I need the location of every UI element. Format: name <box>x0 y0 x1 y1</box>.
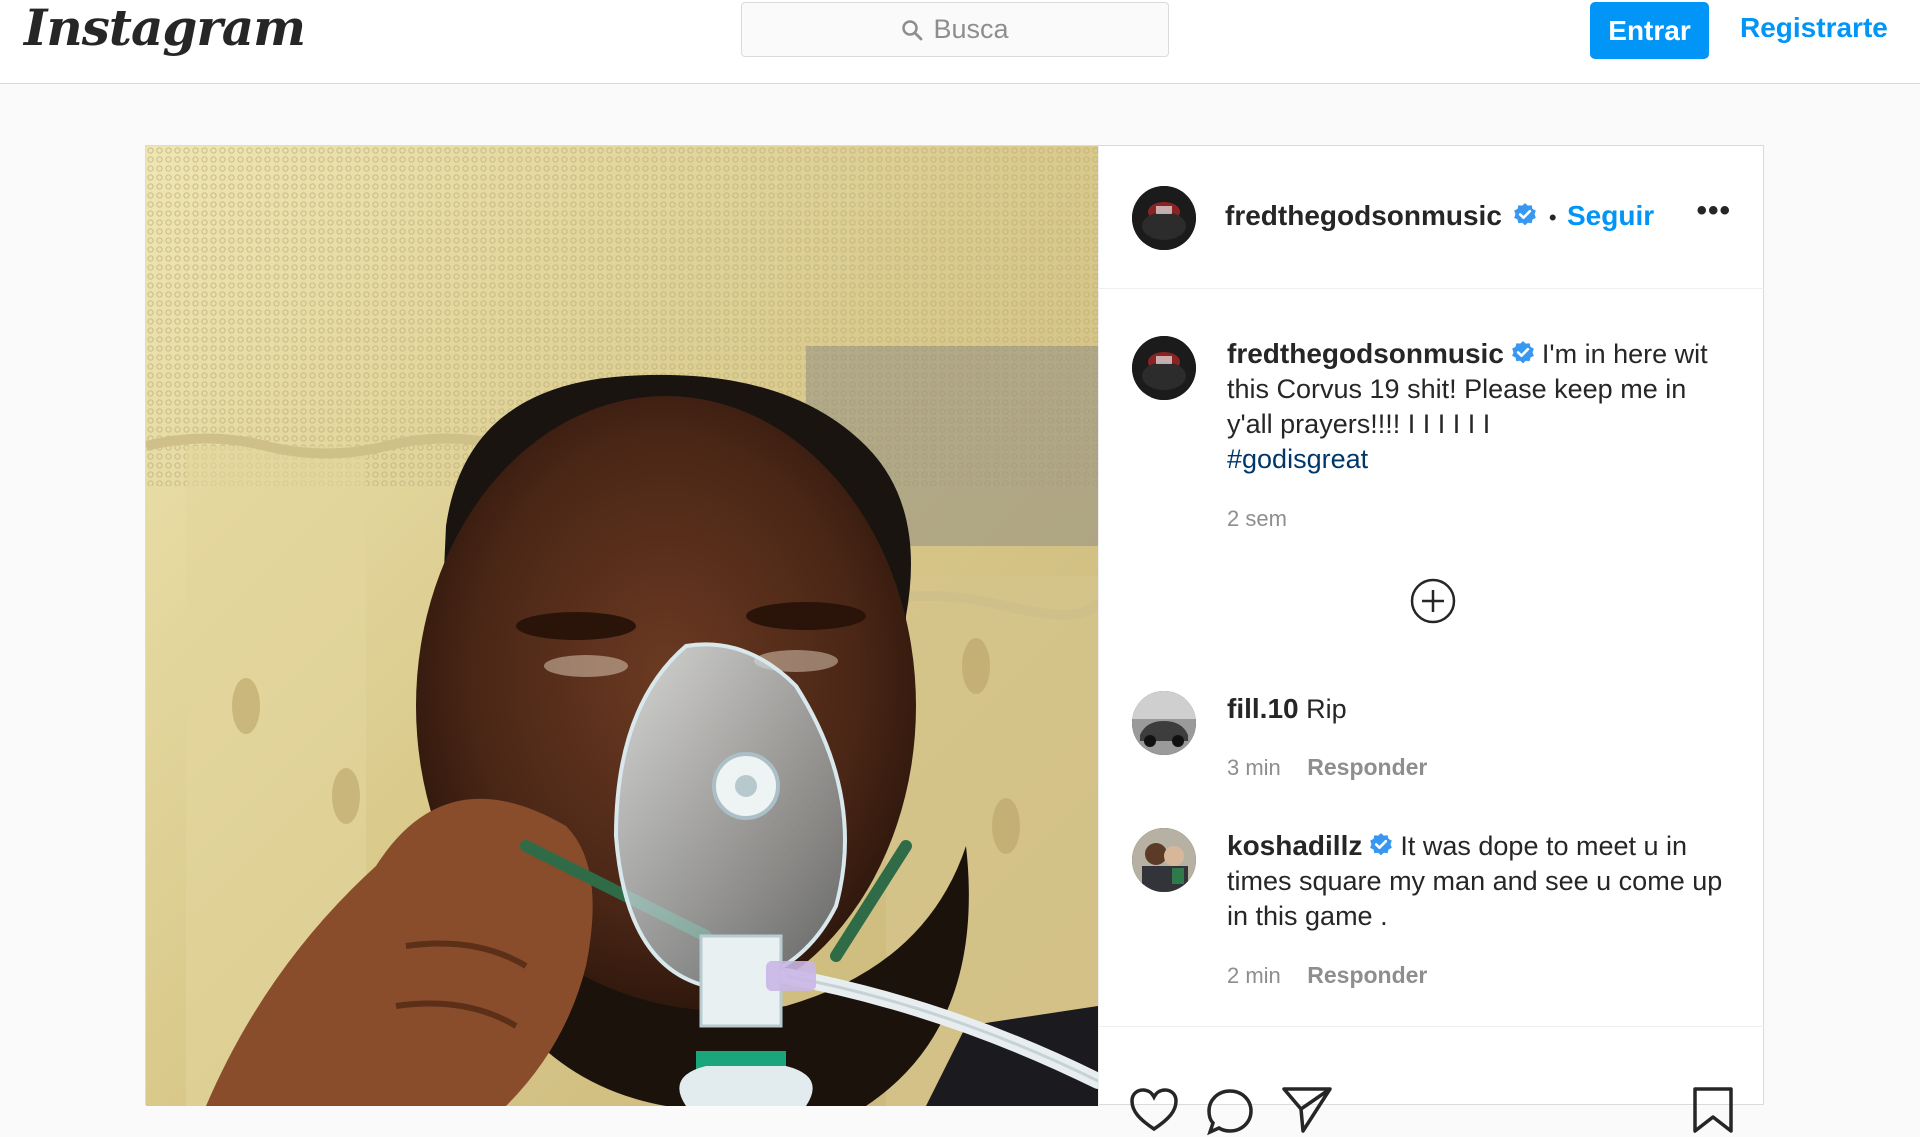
top-navigation-bar: Instagram Busca Entrar Registrarte <box>0 0 1920 84</box>
post-photo[interactable] <box>146 146 1098 1106</box>
search-input[interactable]: Busca <box>741 2 1169 57</box>
caption-avatar-image <box>1132 336 1196 400</box>
comment-icon[interactable] <box>1205 1087 1255 1137</box>
author-username[interactable]: fredthegodsonmusic <box>1225 200 1502 231</box>
caption-avatar[interactable] <box>1132 336 1196 400</box>
comment-text: fill.10 Rip <box>1227 691 1727 727</box>
instagram-logo[interactable]: Instagram <box>24 0 306 57</box>
reply-button[interactable]: Responder <box>1307 754 1427 780</box>
register-link[interactable]: Registrarte <box>1740 12 1888 44</box>
commenter-avatar[interactable] <box>1132 828 1196 892</box>
post-header-info: fredthegodsonmusic • Seguir <box>1225 200 1654 232</box>
reply-button[interactable]: Responder <box>1307 962 1427 988</box>
post-card: fredthegodsonmusic • Seguir ••• fredtheg… <box>145 145 1765 1136</box>
comment-timestamp[interactable]: 2 min <box>1227 963 1281 988</box>
verified-badge-icon <box>1514 203 1537 226</box>
comment-text: koshadillz It was dope to meet u in time… <box>1227 828 1727 934</box>
commenter-avatar-image <box>1132 691 1196 755</box>
comment-meta: 2 min Responder <box>1227 962 1427 989</box>
login-button[interactable]: Entrar <box>1590 2 1709 59</box>
post-sidebar: fredthegodsonmusic • Seguir ••• fredtheg… <box>1098 146 1765 1136</box>
post-header: fredthegodsonmusic • Seguir ••• <box>1099 146 1765 289</box>
post-photo-image <box>146 146 1098 1106</box>
post-actions <box>1099 1026 1765 1136</box>
author-avatar[interactable] <box>1132 186 1196 250</box>
more-options-icon[interactable]: ••• <box>1696 194 1731 228</box>
caption-hashtag[interactable]: #godisgreat <box>1227 444 1368 474</box>
bookmark-icon[interactable] <box>1691 1085 1735 1135</box>
load-more-comments-icon[interactable] <box>1410 578 1456 624</box>
share-icon[interactable] <box>1281 1085 1333 1135</box>
search-placeholder: Busca <box>933 14 1009 44</box>
commenter-avatar-image <box>1132 828 1196 892</box>
caption-timestamp[interactable]: 2 sem <box>1227 506 1287 532</box>
commenter-username[interactable]: fill.10 <box>1227 693 1299 724</box>
verified-badge-icon <box>1512 341 1534 364</box>
commenter-avatar[interactable] <box>1132 691 1196 755</box>
comment-timestamp[interactable]: 3 min <box>1227 755 1281 780</box>
comment-body: Rip <box>1306 694 1347 724</box>
verified-badge-icon <box>1370 833 1393 856</box>
header-separator: • <box>1548 205 1557 230</box>
author-avatar-image <box>1132 186 1196 250</box>
caption-text: fredthegodsonmusic I'm in here wit this … <box>1227 336 1727 477</box>
caption-username[interactable]: fredthegodsonmusic <box>1227 338 1504 369</box>
comment-meta: 3 min Responder <box>1227 754 1427 781</box>
commenter-username[interactable]: koshadillz <box>1227 830 1362 861</box>
heart-icon[interactable] <box>1129 1087 1179 1133</box>
search-icon <box>902 19 923 40</box>
follow-button[interactable]: Seguir <box>1567 200 1654 231</box>
